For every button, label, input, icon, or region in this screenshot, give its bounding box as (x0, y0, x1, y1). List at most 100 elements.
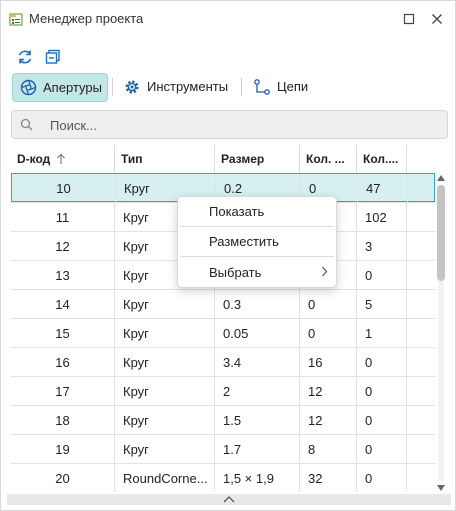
cell-type: Круг (115, 290, 215, 318)
net-icon (253, 78, 271, 96)
cell-count-1: 8 (300, 435, 357, 463)
refresh-button[interactable] (13, 45, 37, 69)
bottom-panel-toggle[interactable] (7, 494, 451, 505)
scroll-down-arrow-icon[interactable] (435, 483, 447, 493)
cell-type: RoundCorne... (115, 464, 215, 492)
cell-type: Круг (115, 348, 215, 376)
table-row[interactable]: 20 RoundCorne... 1,5 × 1,9 32 0 (11, 463, 435, 492)
column-header-label: D-код (17, 152, 51, 166)
table-header: D-код Тип Размер Кол. ... Кол.... (11, 145, 435, 173)
table-row[interactable]: 15 Круг 0.05 0 1 (11, 318, 435, 347)
cell-count-2: 5 (357, 290, 407, 318)
menu-item-show[interactable]: Показать (178, 197, 336, 225)
menu-item-label: Показать (209, 203, 265, 219)
chevron-right-icon (322, 266, 328, 277)
tab-divider (112, 78, 113, 96)
cell-type: Круг (115, 319, 215, 347)
menu-divider (180, 256, 334, 257)
sort-ascending-icon (57, 153, 66, 164)
column-header-label: Кол. ... (306, 152, 345, 166)
cell-count-1: 0 (300, 290, 357, 318)
cell-type: Круг (115, 435, 215, 463)
scrollbar-thumb[interactable] (437, 185, 445, 281)
table-row[interactable]: 17 Круг 2 12 0 (11, 376, 435, 405)
cell-size: 1.7 (215, 435, 300, 463)
collapse-icon (45, 49, 60, 64)
project-manager-icon (9, 13, 23, 26)
cell-size: 0.3 (215, 290, 300, 318)
refresh-icon (18, 50, 32, 64)
column-header-count-1[interactable]: Кол. ... (300, 145, 357, 173)
cell-count-2: 0 (357, 464, 407, 492)
search-box (11, 110, 448, 139)
tab-apertures[interactable]: Апертуры (12, 73, 108, 102)
cell-size: 1,5 × 1,9 (215, 464, 300, 492)
tab-nets-label: Цепи (277, 79, 309, 94)
menu-item-select[interactable]: Выбрать (178, 258, 336, 286)
cell-count-2: 0 (357, 377, 407, 405)
cell-count-1: 16 (300, 348, 357, 376)
menu-item-place[interactable]: Разместить (178, 227, 336, 255)
cell-count-2: 3 (357, 232, 407, 260)
cell-count-2: 102 (357, 203, 407, 231)
cell-dcode: 13 (11, 261, 115, 289)
cell-count-2: 47 (358, 174, 408, 202)
search-icon (20, 118, 33, 131)
cell-count-2: 0 (357, 261, 407, 289)
window-title: Менеджер проекта (29, 11, 144, 26)
chevron-up-icon (223, 496, 235, 503)
maximize-button[interactable] (399, 9, 419, 29)
cell-dcode: 11 (11, 203, 115, 231)
cell-count-1: 0 (300, 319, 357, 347)
cell-size: 0.05 (215, 319, 300, 347)
tab-nets[interactable]: Цепи (247, 73, 317, 100)
scroll-up-arrow-icon[interactable] (435, 173, 447, 183)
table-row[interactable]: 19 Круг 1.7 8 0 (11, 434, 435, 463)
cell-size: 3.4 (215, 348, 300, 376)
cell-dcode: 16 (11, 348, 115, 376)
table-row[interactable]: 16 Круг 3.4 16 0 (11, 347, 435, 376)
tab-tools-label: Инструменты (147, 79, 229, 94)
project-manager-window: Менеджер проекта Апертуры Инструменты Це… (0, 0, 456, 511)
column-header-label: Размер (221, 152, 265, 166)
close-icon (432, 14, 442, 24)
close-button[interactable] (427, 9, 447, 29)
cell-dcode: 12 (11, 232, 115, 260)
cell-dcode: 19 (11, 435, 115, 463)
cell-dcode: 17 (11, 377, 115, 405)
cell-size: 1.5 (215, 406, 300, 434)
menu-item-label: Выбрать (209, 264, 262, 280)
maximize-icon (403, 13, 415, 25)
column-header-size[interactable]: Размер (215, 145, 300, 173)
aperture-icon (19, 79, 37, 97)
column-header-dcode[interactable]: D-код (11, 145, 115, 173)
cell-size: 2 (215, 377, 300, 405)
toolbar (11, 45, 131, 69)
cell-count-2: 0 (357, 348, 407, 376)
column-header-type[interactable]: Тип (115, 145, 215, 173)
collapse-button[interactable] (41, 45, 65, 69)
cell-count-2: 1 (357, 319, 407, 347)
tab-divider (241, 78, 242, 96)
column-header-label: Тип (121, 152, 143, 166)
search-input[interactable] (48, 115, 442, 135)
cell-count-2: 0 (357, 435, 407, 463)
cell-type: Круг (115, 377, 215, 405)
context-menu: Показать Разместить Выбрать (177, 196, 337, 288)
cell-dcode: 15 (11, 319, 115, 347)
cell-dcode: 10 (12, 174, 116, 202)
column-header-count-2[interactable]: Кол.... (357, 145, 407, 173)
title-bar: Менеджер проекта (1, 1, 455, 37)
cell-dcode: 18 (11, 406, 115, 434)
table-row[interactable]: 14 Круг 0.3 0 5 (11, 289, 435, 318)
tab-tools[interactable]: Инструменты (117, 73, 235, 100)
cell-dcode: 14 (11, 290, 115, 318)
column-header-label: Кол.... (363, 152, 399, 166)
tab-apertures-label: Апертуры (43, 80, 102, 95)
cell-dcode: 20 (11, 464, 115, 492)
tab-bar: Апертуры Инструменты Цепи (11, 73, 451, 102)
vertical-scrollbar[interactable] (435, 173, 447, 493)
menu-item-label: Разместить (209, 233, 279, 249)
gear-icon (123, 78, 141, 96)
table-row[interactable]: 18 Круг 1.5 12 0 (11, 405, 435, 434)
